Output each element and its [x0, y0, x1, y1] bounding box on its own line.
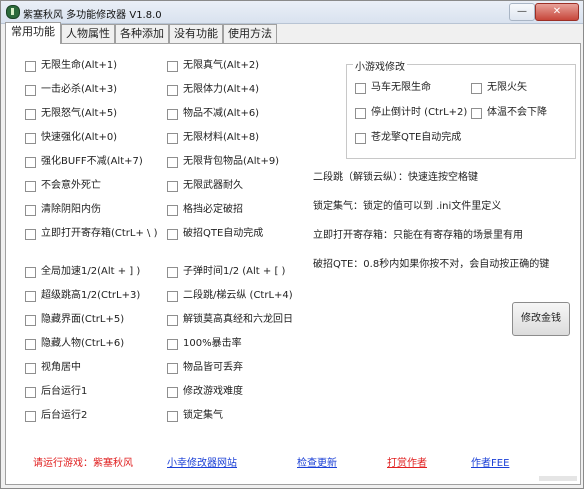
checkbox-label: 二段跳/梯云纵 (CtrL+4) — [183, 290, 293, 301]
checkbox-label: 锁定集气 — [183, 410, 223, 421]
checkbox-label: 无限火矢 — [487, 82, 527, 93]
checkbox[interactable] — [25, 411, 36, 422]
tab-add[interactable]: 各种添加 — [115, 24, 169, 43]
checkbox-label: 视角居中 — [41, 362, 81, 373]
checkbox[interactable] — [25, 267, 36, 278]
checkbox[interactable] — [167, 181, 178, 192]
checkbox[interactable] — [25, 229, 36, 240]
checkbox[interactable] — [25, 315, 36, 326]
checkbox[interactable] — [25, 387, 36, 398]
minimize-button[interactable]: — — [509, 3, 535, 21]
checkbox[interactable] — [25, 339, 36, 350]
minigame-group: 小游戏修改 马车无限生命 无限火矢 停止倒计时 (CtrL+2) 体温不会下降 … — [346, 58, 576, 159]
checkbox-label: 一击必杀(Alt+3) — [41, 84, 118, 95]
checkbox-label: 不会意外死亡 — [41, 180, 101, 191]
checkbox-label: 清除阴阳内伤 — [41, 204, 101, 215]
checkbox[interactable] — [167, 315, 178, 326]
title-bar: 紫塞秋风 多功能修改器 V1.8.0 — ✕ — [1, 1, 583, 24]
checkbox[interactable] — [167, 133, 178, 144]
author-link[interactable]: 作者FEE — [471, 454, 509, 469]
tab-character[interactable]: 人物属性 — [61, 24, 115, 43]
checkbox[interactable] — [167, 157, 178, 168]
checkbox-label: 破招QTE自动完成 — [183, 228, 264, 239]
minigame-legend: 小游戏修改 — [353, 58, 407, 73]
checkbox-label: 立即打开寄存箱(CtrL+ \ ) — [41, 228, 158, 239]
checkbox-label: 强化BUFF不减(Alt+7) — [41, 156, 143, 167]
checkbox[interactable] — [167, 291, 178, 302]
checkbox-label: 无限生命(Alt+1) — [41, 60, 118, 71]
checkbox[interactable] — [167, 229, 178, 240]
checkbox[interactable] — [167, 61, 178, 72]
checkbox-label: 后台运行2 — [41, 410, 88, 421]
checkbox-label: 无限体力(Alt+4) — [183, 84, 260, 95]
checkbox[interactable] — [25, 61, 36, 72]
checkbox-label: 100%暴击率 — [183, 338, 242, 349]
checkbox-label: 无限怒气(Alt+5) — [41, 108, 118, 119]
checkbox[interactable] — [167, 387, 178, 398]
checkbox-label: 修改游戏难度 — [183, 386, 243, 397]
checkbox-label: 物品皆可丢弃 — [183, 362, 243, 373]
tab-usage[interactable]: 使用方法 — [223, 24, 277, 43]
checkbox-label: 子弹时间1/2 (Alt + [ ) — [183, 266, 286, 277]
checkbox[interactable] — [25, 157, 36, 168]
main-panel: 无限生命(Alt+1) 一击必杀(Alt+3) 无限怒气(Alt+5) 快速强化… — [5, 43, 581, 485]
donate-link[interactable]: 打赏作者 — [387, 454, 427, 469]
window-title: 紫塞秋风 多功能修改器 V1.8.0 — [23, 10, 162, 21]
checkbox-label: 物品不减(Alt+6) — [183, 108, 260, 119]
checkbox-label: 隐藏界面(CtrL+5) — [41, 314, 125, 325]
checkbox-label: 隐藏人物(CtrL+6) — [41, 338, 125, 349]
checkbox-label: 无限背包物品(Alt+9) — [183, 156, 280, 167]
app-window: 紫塞秋风 多功能修改器 V1.8.0 — ✕ 常用功能 人物属性 各种添加 没有… — [0, 0, 584, 489]
checkbox[interactable] — [25, 291, 36, 302]
site-link[interactable]: 小幸修改器网站 — [167, 454, 237, 469]
checkbox-label: 无限真气(Alt+2) — [183, 60, 260, 71]
info-qte: 破招QTE：0.8秒内如果你按不对，会自动按正确的键 — [313, 259, 550, 270]
check-update-link[interactable]: 检查更新 — [297, 454, 337, 469]
checkbox-label: 解锁莫高真经和六龙回日 — [183, 314, 293, 325]
info-double-jump: 二段跳（解锁云纵）：快速连按空格键 — [313, 172, 478, 183]
run-game-label: 请运行游戏：紫塞秋风 — [33, 458, 133, 469]
checkbox-label: 全局加速1/2(Alt + ] ) — [41, 266, 141, 277]
checkbox-label: 快速强化(Alt+0) — [41, 132, 118, 143]
modify-money-button[interactable]: 修改金钱 — [512, 302, 570, 336]
checkbox[interactable] — [167, 267, 178, 278]
checkbox-label: 超级跳高1/2(CtrL+3) — [41, 290, 141, 301]
tab-none[interactable]: 没有功能 — [169, 24, 223, 43]
footer-divider — [539, 476, 577, 481]
checkbox[interactable] — [25, 181, 36, 192]
info-lock-qi: 锁定集气：锁定的值可以到 .ini文件里定义 — [313, 201, 502, 212]
checkbox[interactable] — [471, 108, 482, 119]
checkbox[interactable] — [25, 205, 36, 216]
checkbox-label: 停止倒计时 (CtrL+2) — [371, 107, 468, 118]
checkbox[interactable] — [167, 339, 178, 350]
app-logo-icon — [6, 5, 20, 19]
info-storage: 立即打开寄存箱：只能在有寄存箱的场景里有用 — [313, 230, 523, 241]
checkbox-label: 体温不会下降 — [487, 107, 547, 118]
checkbox[interactable] — [167, 109, 178, 120]
checkbox[interactable] — [25, 133, 36, 144]
checkbox[interactable] — [355, 108, 366, 119]
checkbox-label: 苍龙擎QTE自动完成 — [371, 132, 462, 143]
checkbox-label: 无限材料(Alt+8) — [183, 132, 260, 143]
checkbox[interactable] — [355, 83, 366, 94]
checkbox[interactable] — [167, 411, 178, 422]
checkbox[interactable] — [25, 109, 36, 120]
checkbox[interactable] — [167, 363, 178, 374]
checkbox[interactable] — [167, 85, 178, 96]
checkbox[interactable] — [25, 363, 36, 374]
checkbox-label: 无限武器耐久 — [183, 180, 243, 191]
checkbox[interactable] — [167, 205, 178, 216]
checkbox-label: 格挡必定破招 — [183, 204, 243, 215]
close-button[interactable]: ✕ — [535, 3, 579, 21]
tab-common[interactable]: 常用功能 — [5, 22, 61, 44]
checkbox[interactable] — [25, 85, 36, 96]
checkbox[interactable] — [355, 133, 366, 144]
checkbox[interactable] — [471, 83, 482, 94]
checkbox-label: 马车无限生命 — [371, 82, 431, 93]
checkbox-label: 后台运行1 — [41, 386, 88, 397]
